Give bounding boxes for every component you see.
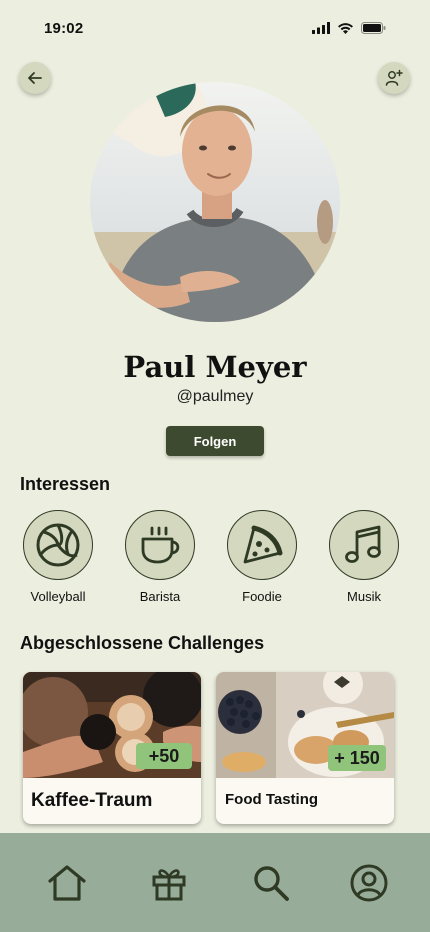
status-icons: [312, 22, 386, 34]
signal-icon: [312, 22, 330, 34]
home-icon: [48, 865, 86, 901]
coffee-cup-icon: [141, 526, 180, 564]
profile-handle: @paulmey: [176, 388, 254, 405]
nav-profile[interactable]: [347, 861, 391, 905]
interest-foodie[interactable]: Foodie: [217, 510, 307, 604]
challenges-title: Abgeschlossene Challenges: [20, 633, 265, 653]
interest-label: Foodie: [242, 589, 282, 604]
pizza-icon: [243, 525, 283, 564]
add-friend-button[interactable]: [378, 62, 410, 94]
status-time: 19:02: [44, 20, 84, 37]
challenge-card-kaffee[interactable]: +50 Kaffee-Traum: [23, 672, 201, 824]
interest-barista[interactable]: Barista: [115, 510, 205, 604]
interest-label: Musik: [347, 589, 381, 604]
challenge-title: Food Tasting: [225, 791, 319, 808]
arrow-left-icon: [28, 72, 42, 84]
interest-circle: [227, 510, 297, 580]
gift-icon: [152, 869, 186, 901]
nav-home[interactable]: [45, 861, 89, 905]
challenge-card-food-tasting[interactable]: + 150 Food Tasting: [216, 672, 394, 824]
wifi-icon: [338, 23, 353, 34]
interest-label: Volleyball: [30, 589, 86, 604]
profile-avatar: [90, 82, 340, 322]
points-badge: + 150: [328, 745, 386, 771]
nav-rewards[interactable]: [147, 861, 191, 905]
status-bar: 19:02: [0, 0, 430, 58]
nav-search[interactable]: [249, 861, 293, 905]
profile-icon: [350, 864, 388, 902]
back-button[interactable]: [19, 62, 51, 94]
add-user-icon: [385, 69, 403, 86]
challenge-title: Kaffee-Traum: [31, 790, 153, 811]
profile-name: Paul Meyer: [123, 350, 307, 384]
interests-title: Interessen: [20, 474, 111, 494]
interest-volleyball[interactable]: Volleyball: [13, 510, 103, 604]
interest-circle: [23, 510, 93, 580]
interest-label: Barista: [139, 589, 181, 604]
volleyball-icon: [36, 523, 80, 567]
search-icon: [254, 866, 289, 901]
follow-button[interactable]: Folgen: [166, 426, 264, 456]
interest-circle: [125, 510, 195, 580]
bottom-nav: [0, 833, 430, 932]
battery-icon: [361, 22, 386, 34]
interest-musik[interactable]: Musik: [319, 510, 409, 604]
music-note-icon: [345, 525, 381, 563]
points-badge: +50: [136, 743, 192, 769]
interest-circle: [329, 510, 399, 580]
